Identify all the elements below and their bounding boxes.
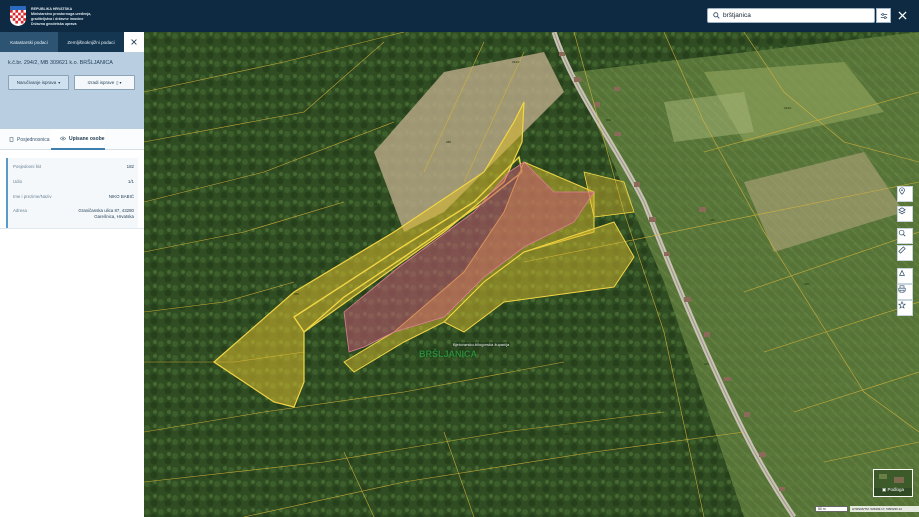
info-row: Posjedovni list 182 (13, 164, 134, 169)
owner-info: Posjedovni list 182 Udio 1/1 Ime i prezi… (6, 158, 138, 228)
search-box[interactable] (707, 8, 875, 23)
create-documents-button[interactable]: Izradi isprave ▯ ▾ (74, 75, 135, 90)
sliders-icon (880, 12, 887, 19)
scale-bar: 50 m (815, 506, 848, 512)
info-value: 182 (126, 164, 134, 169)
star-icon (898, 301, 906, 309)
close-icon (131, 39, 137, 45)
info-row: Adresa Graničanska ulica 87, 43280 Gareš… (13, 208, 134, 220)
document-icon: ▯ (116, 80, 119, 85)
parcel-number: 311 (710, 218, 715, 222)
place-label: BRŠLJANICA (419, 349, 478, 359)
ruler-icon (898, 246, 906, 254)
favorites-button[interactable] (897, 300, 913, 316)
basemap-label: ▣ Podloga (874, 487, 912, 493)
tab-possession-label: Posjednosnica (17, 136, 50, 143)
info-key: Posjedovni list (13, 164, 42, 169)
layers-icon (898, 207, 906, 215)
info-key: Ime i prezime/Naziv (13, 194, 52, 199)
org-line-4: Državna geodetska uprava (31, 22, 77, 26)
coordinates-readout: HTRS96/TM: 526909.17, 5050236.12 (850, 506, 919, 512)
info-value: Graničanska ulica 87, 43280 Garešnica, H… (78, 208, 134, 219)
map-layer (144, 32, 919, 517)
tab-cadastral-data[interactable]: Katastarski podaci (0, 32, 58, 52)
tab-registered-persons[interactable]: Upisane osobe (51, 129, 105, 150)
pin-icon (899, 187, 905, 195)
sub-tabs: Posjednosnica Upisane osobe (0, 129, 144, 150)
eye-icon (60, 136, 66, 141)
tab-possession-sheet[interactable]: Posjednosnica (0, 129, 50, 150)
location-button[interactable] (897, 186, 913, 202)
search-icon (713, 12, 720, 19)
info-value: NIKO BABIĆ (108, 194, 134, 199)
basemap-text: Podloga (887, 487, 905, 492)
info-key: Adresa (13, 208, 27, 213)
layers-button[interactable] (897, 206, 913, 222)
parcel-title: k.č.br. 294/2, MB 309621 k.o. BRŠLJANICA (8, 60, 113, 66)
parcel-number: 319/1 (784, 106, 792, 110)
parcel-number: 356 (564, 432, 570, 436)
order-documents-button[interactable]: Naručivanje isprava ▾ (8, 75, 69, 90)
info-row: Udio 1/1 (13, 179, 134, 184)
basemap-icon: ▣ (881, 487, 887, 492)
tab-persons-label: Upisane osobe (69, 135, 105, 142)
close-icon (898, 11, 907, 20)
info-row: Ime i prezime/Naziv NIKO BABIĆ (13, 194, 134, 199)
parcel-panel: Katastarski podaci Zemljišnoknjižni poda… (0, 32, 144, 517)
parcel-number: 265 (294, 292, 300, 296)
basemap-thumbnail (874, 470, 912, 488)
caret-down-icon: ▾ (58, 80, 61, 85)
org-name: REPUBLIKA HRVATSKA Ministarstvo prostorn… (31, 7, 91, 27)
info-key: Udio (13, 179, 23, 184)
parcel-number: 302 (606, 118, 612, 122)
coat-of-arms-icon (10, 6, 26, 26)
panel-tabs: Katastarski podaci Zemljišnoknjižni poda… (0, 32, 144, 52)
close-panel-button[interactable] (124, 32, 144, 52)
print-icon (898, 285, 906, 293)
cadastre-icon (899, 269, 905, 276)
map-canvas[interactable]: 294/2 286 302 311 319/1 277 265 330 341 … (144, 32, 919, 517)
zoom-search-button[interactable] (897, 228, 913, 244)
parcel-number: 277 (374, 202, 380, 206)
caret-down-icon: ▾ (119, 80, 122, 85)
parcel-number: 294/2 (512, 60, 520, 64)
zoom-icon (898, 229, 906, 237)
tab-land-registry-data[interactable]: Zemljišnoknjižni podaci (58, 32, 124, 52)
measure-button[interactable] (897, 245, 913, 261)
search-options-button[interactable] (876, 8, 891, 23)
document-icon (9, 137, 14, 142)
parcel-header: k.č.br. 294/2, MB 309621 k.o. BRŠLJANICA… (0, 52, 144, 129)
top-bar: REPUBLIKA HRVATSKA Ministarstvo prostorn… (0, 0, 919, 32)
divider (0, 228, 144, 229)
parcel-number: 286 (446, 140, 452, 144)
county-label: Bjelovarsko-bilogorska županija (452, 342, 511, 347)
cadastre-button[interactable] (897, 268, 913, 284)
info-value: 1/1 (127, 179, 134, 184)
parcel-number: 330 (804, 282, 810, 286)
order-documents-label: Naručivanje isprava (16, 80, 57, 85)
close-search-button[interactable] (895, 8, 910, 23)
print-button[interactable] (897, 284, 913, 300)
parcel-number: 341 (704, 362, 710, 366)
search-input[interactable] (723, 12, 863, 19)
basemap-switcher[interactable]: ▣ Podloga (873, 469, 913, 497)
create-documents-label: Izradi isprave (87, 80, 115, 85)
